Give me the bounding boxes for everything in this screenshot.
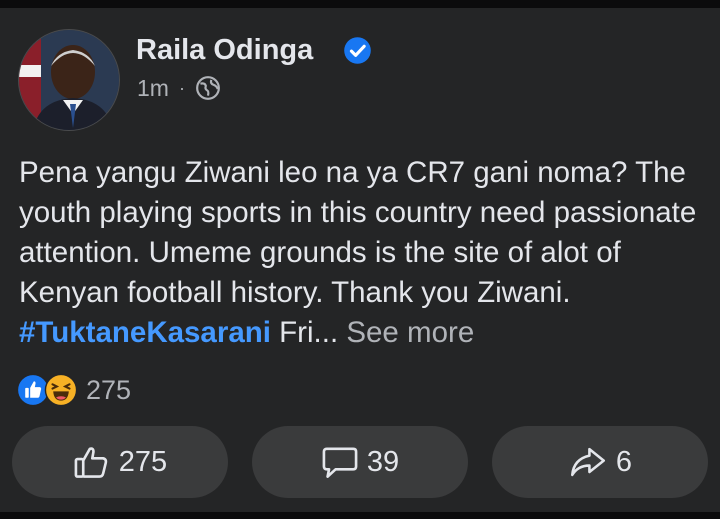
- hashtag-link[interactable]: #TuktaneKasarani: [19, 316, 271, 349]
- like-count: 275: [118, 445, 168, 478]
- globe-icon[interactable]: [195, 75, 221, 101]
- author-name[interactable]: Raila Odinga: [136, 30, 313, 70]
- haha-reaction-icon: [44, 373, 78, 407]
- share-count: 6: [615, 445, 633, 478]
- reaction-count: 275: [86, 374, 132, 405]
- post-text: Pena yangu Ziwani leo na ya CR7 gani nom…: [19, 156, 697, 309]
- verified-badge-icon: [344, 37, 371, 64]
- comment-button[interactable]: 39: [252, 426, 468, 498]
- reaction-summary[interactable]: 275: [16, 372, 131, 408]
- share-arrow-icon: [570, 447, 605, 477]
- author-avatar[interactable]: [18, 29, 120, 131]
- share-button[interactable]: 6: [492, 426, 708, 498]
- avatar-photo: [19, 30, 119, 130]
- like-button[interactable]: 275: [12, 426, 228, 498]
- post-meta: 1m ·: [137, 74, 221, 102]
- thumbs-up-icon: [74, 447, 108, 478]
- meta-separator: ·: [178, 77, 185, 98]
- comment-bubble-icon: [322, 447, 358, 478]
- top-border: [0, 0, 720, 8]
- post-text-tail: Fri...: [270, 316, 339, 349]
- post-timestamp[interactable]: 1m: [137, 75, 169, 102]
- bottom-border: [0, 512, 720, 519]
- post-body: Pena yangu Ziwani leo na ya CR7 gani nom…: [19, 153, 709, 353]
- comment-count: 39: [366, 445, 400, 478]
- see-more-link[interactable]: See more: [346, 316, 474, 349]
